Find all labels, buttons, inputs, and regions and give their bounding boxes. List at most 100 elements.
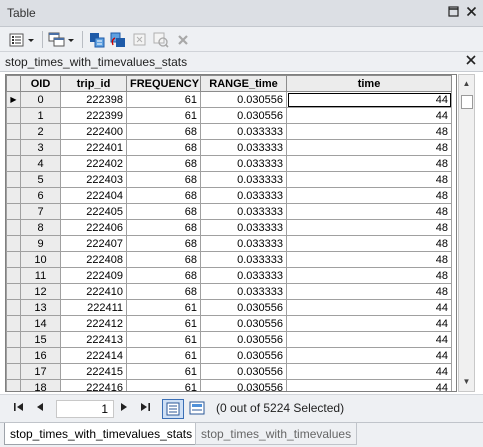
table-row[interactable]: 8 222406 68 0.033333 48: [6, 219, 452, 236]
oid-cell[interactable]: 18: [20, 379, 61, 391]
table-row[interactable]: ▶ 0 222398 61 0.030556 44: [6, 91, 452, 108]
time-cell[interactable]: 44: [286, 379, 452, 391]
table-row[interactable]: 6 222404 68 0.033333 48: [6, 187, 452, 204]
table-row[interactable]: 1 222399 61 0.030556 44: [6, 107, 452, 124]
show-all-records-button[interactable]: [162, 399, 184, 419]
trip-id-cell[interactable]: 222411: [60, 299, 127, 316]
range-time-cell[interactable]: 0.033333: [200, 203, 287, 220]
tab-stop-times-with-timevalues[interactable]: stop_times_with_timevalues: [195, 423, 358, 445]
range-time-cell[interactable]: 0.033333: [200, 123, 287, 140]
time-cell[interactable]: 48: [286, 267, 452, 284]
oid-cell[interactable]: 5: [20, 171, 61, 188]
related-tables-button[interactable]: [48, 30, 78, 49]
first-record-button[interactable]: [12, 401, 26, 417]
row-selector-header[interactable]: [6, 75, 21, 92]
range-time-cell[interactable]: 0.033333: [200, 155, 287, 172]
frequency-cell[interactable]: 68: [126, 251, 201, 268]
table-row[interactable]: 15 222413 61 0.030556 44: [6, 331, 452, 348]
time-cell[interactable]: 44: [286, 331, 452, 348]
row-selector[interactable]: [6, 139, 21, 156]
frequency-cell[interactable]: 61: [126, 363, 201, 380]
restore-button[interactable]: [445, 5, 461, 21]
close-table-button[interactable]: [466, 53, 476, 68]
row-selector[interactable]: [6, 171, 21, 188]
frequency-cell[interactable]: 61: [126, 107, 201, 124]
oid-cell[interactable]: 9: [20, 235, 61, 252]
previous-record-button[interactable]: [34, 401, 46, 417]
range-time-cell[interactable]: 0.033333: [200, 283, 287, 300]
column-header-frequency[interactable]: FREQUENCY: [126, 75, 201, 92]
zoom-to-selected-button[interactable]: [152, 30, 170, 49]
scroll-up-icon[interactable]: ▲: [459, 76, 474, 92]
oid-cell[interactable]: 17: [20, 363, 61, 380]
next-record-button[interactable]: [118, 401, 130, 417]
oid-cell[interactable]: 13: [20, 299, 61, 316]
scroll-down-icon[interactable]: ▼: [459, 374, 474, 390]
frequency-cell[interactable]: 68: [126, 203, 201, 220]
trip-id-cell[interactable]: 222402: [60, 155, 127, 172]
oid-cell[interactable]: 1: [20, 107, 61, 124]
table-row[interactable]: 11 222409 68 0.033333 48: [6, 267, 452, 284]
delete-selected-button[interactable]: [174, 30, 192, 49]
time-cell[interactable]: 48: [286, 283, 452, 300]
row-selector[interactable]: [6, 123, 21, 140]
time-cell[interactable]: 48: [286, 187, 452, 204]
table-row[interactable]: 4 222402 68 0.033333 48: [6, 155, 452, 172]
time-cell[interactable]: 44: [286, 315, 452, 332]
row-selector[interactable]: [6, 251, 21, 268]
oid-cell[interactable]: 11: [20, 267, 61, 284]
range-time-cell[interactable]: 0.033333: [200, 251, 287, 268]
range-time-cell[interactable]: 0.033333: [200, 235, 287, 252]
range-time-cell[interactable]: 0.033333: [200, 219, 287, 236]
close-window-button[interactable]: [463, 5, 479, 21]
vertical-scrollbar[interactable]: ▲ ▼: [458, 74, 475, 392]
row-selector[interactable]: [6, 235, 21, 252]
table-row[interactable]: 17 222415 61 0.030556 44: [6, 363, 452, 380]
range-time-cell[interactable]: 0.030556: [200, 379, 287, 391]
frequency-cell[interactable]: 68: [126, 219, 201, 236]
trip-id-cell[interactable]: 222406: [60, 219, 127, 236]
row-selector[interactable]: [6, 107, 21, 124]
table-row[interactable]: 12 222410 68 0.033333 48: [6, 283, 452, 300]
time-cell[interactable]: 48: [286, 139, 452, 156]
oid-cell[interactable]: 16: [20, 347, 61, 364]
frequency-cell[interactable]: 68: [126, 155, 201, 172]
row-selector[interactable]: [6, 379, 21, 391]
oid-cell[interactable]: 12: [20, 283, 61, 300]
table-row[interactable]: 14 222412 61 0.030556 44: [6, 315, 452, 332]
frequency-cell[interactable]: 68: [126, 283, 201, 300]
oid-cell[interactable]: 14: [20, 315, 61, 332]
trip-id-cell[interactable]: 222415: [60, 363, 127, 380]
trip-id-cell[interactable]: 222412: [60, 315, 127, 332]
trip-id-cell[interactable]: 222398: [60, 91, 127, 108]
clear-selection-button[interactable]: [131, 30, 149, 49]
table-row[interactable]: 13 222411 61 0.030556 44: [6, 299, 452, 316]
trip-id-cell[interactable]: 222410: [60, 283, 127, 300]
row-selector[interactable]: [6, 283, 21, 300]
trip-id-cell[interactable]: 222399: [60, 107, 127, 124]
trip-id-cell[interactable]: 222413: [60, 331, 127, 348]
time-cell[interactable]: 48: [286, 155, 452, 172]
row-selector[interactable]: [6, 315, 21, 332]
last-record-button[interactable]: [138, 401, 152, 417]
frequency-cell[interactable]: 61: [126, 315, 201, 332]
time-cell[interactable]: 44: [286, 347, 452, 364]
trip-id-cell[interactable]: 222416: [60, 379, 127, 391]
table-row[interactable]: 5 222403 68 0.033333 48: [6, 171, 452, 188]
row-selector[interactable]: [6, 219, 21, 236]
frequency-cell[interactable]: 68: [126, 187, 201, 204]
range-time-cell[interactable]: 0.030556: [200, 315, 287, 332]
range-time-cell[interactable]: 0.030556: [200, 91, 287, 108]
time-cell[interactable]: 44: [286, 299, 452, 316]
oid-cell[interactable]: 10: [20, 251, 61, 268]
scroll-thumb[interactable]: [461, 95, 473, 109]
time-cell[interactable]: 44: [286, 107, 452, 124]
row-selector[interactable]: [6, 347, 21, 364]
range-time-cell[interactable]: 0.030556: [200, 299, 287, 316]
time-cell[interactable]: 48: [286, 203, 452, 220]
trip-id-cell[interactable]: 222400: [60, 123, 127, 140]
row-selector[interactable]: [6, 203, 21, 220]
table-row[interactable]: 16 222414 61 0.030556 44: [6, 347, 452, 364]
table-row[interactable]: 9 222407 68 0.033333 48: [6, 235, 452, 252]
frequency-cell[interactable]: 61: [126, 347, 201, 364]
